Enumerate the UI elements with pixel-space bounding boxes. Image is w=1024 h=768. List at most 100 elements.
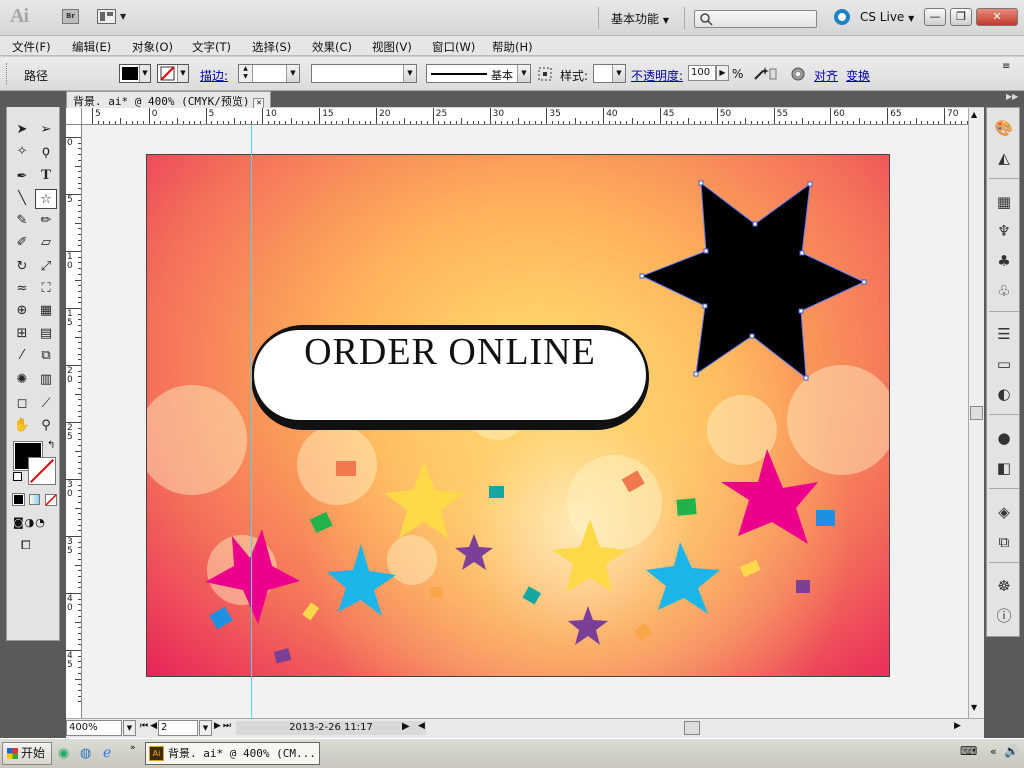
column-graph-tool-icon[interactable]: ▥: [35, 370, 57, 390]
vertical-guide[interactable]: [251, 125, 252, 718]
recolor-artwork-icon[interactable]: [753, 65, 777, 83]
opacity-expand-icon[interactable]: ▶: [716, 65, 729, 81]
blend-tool-icon[interactable]: ⧉: [35, 346, 57, 366]
slice-tool-icon[interactable]: ⟋: [35, 394, 57, 414]
opacity-input[interactable]: 100: [688, 65, 716, 81]
star-tool-icon[interactable]: ☆: [35, 189, 57, 209]
align-panel-link[interactable]: 对齐: [814, 67, 838, 84]
quick-launch-expand-icon[interactable]: »: [130, 743, 136, 753]
vertical-scroll-thumb[interactable]: [970, 406, 983, 420]
status-menu-icon[interactable]: ▶: [402, 721, 410, 732]
paintbrush-tool-icon[interactable]: ✎: [11, 211, 33, 231]
selection-tool-icon[interactable]: ➤: [11, 120, 33, 140]
none-mode-icon[interactable]: [45, 494, 57, 506]
fill-color-picker[interactable]: ▼: [119, 64, 151, 83]
brush-options-icon[interactable]: [538, 67, 552, 81]
tray-expand-icon[interactable]: «: [990, 745, 997, 758]
volume-icon[interactable]: 🔊: [1004, 744, 1019, 758]
graphic-styles-icon[interactable]: ♧: [994, 281, 1014, 301]
chevron-down-icon[interactable]: ▼: [199, 720, 212, 736]
drawing-mode-icon[interactable]: ◙◑◔: [13, 516, 53, 530]
gradient-mode-icon[interactable]: [29, 494, 40, 505]
cs-live-menu[interactable]: CS Live ▼: [860, 10, 914, 24]
gradient-tool-icon[interactable]: ▤: [35, 324, 57, 344]
color-mode-icon[interactable]: [12, 493, 25, 506]
menu-edit[interactable]: 编辑(E): [72, 39, 111, 55]
navigator-panel-icon[interactable]: ☸: [994, 576, 1014, 596]
next-last-artboard-icons[interactable]: ▶⏭: [214, 721, 233, 731]
warp-tool-icon[interactable]: ≈: [11, 279, 33, 299]
layers-panel-icon[interactable]: ◈: [994, 502, 1014, 522]
info-panel-icon[interactable]: ⓘ: [994, 606, 1014, 626]
lasso-tool-icon[interactable]: ϙ: [35, 142, 57, 162]
start-button[interactable]: 开始: [2, 742, 52, 765]
pencil-tool-icon[interactable]: ✏: [35, 211, 57, 231]
artboards-panel-icon[interactable]: ⧉: [994, 532, 1014, 552]
rotate-tool-icon[interactable]: ↻: [11, 257, 33, 277]
zoom-level-input[interactable]: 400%: [66, 720, 122, 736]
help-search-input[interactable]: [694, 10, 817, 28]
zoom-tool-icon[interactable]: ⚲: [35, 416, 57, 436]
mesh-tool-icon[interactable]: ⊞: [11, 324, 33, 344]
line-segment-tool-icon[interactable]: ╲: [11, 189, 33, 209]
stroke-color-box[interactable]: [28, 457, 56, 485]
restore-button[interactable]: ❐: [950, 8, 972, 26]
brush-definition-dropdown[interactable]: 基本 ▼: [426, 64, 531, 83]
opacity-panel-link[interactable]: 不透明度:: [631, 67, 683, 84]
scroll-up-icon[interactable]: ▲: [971, 110, 977, 119]
horizontal-ruler[interactable]: 5 0 5 10 15 20 25 30 35 40 45 50 55 60 65 70: [82, 108, 968, 125]
vertical-scrollbar[interactable]: ▲ ▼: [968, 108, 984, 718]
graphic-styles-panel-icon[interactable]: ◧: [994, 458, 1014, 478]
workspace-switcher[interactable]: 基本功能 ▼: [611, 10, 669, 27]
arrange-documents-icon[interactable]: [97, 9, 116, 24]
hand-tool-icon[interactable]: ✋: [11, 416, 33, 436]
pen-tool-icon[interactable]: ✒: [11, 167, 33, 187]
horizontal-scroll-thumb[interactable]: [684, 721, 700, 735]
bridge-button[interactable]: Br: [62, 9, 79, 24]
shape-builder-tool-icon[interactable]: ⊕: [11, 301, 33, 321]
appearance-panel-icon[interactable]: ●: [994, 428, 1014, 448]
menu-effect[interactable]: 效果(C): [312, 39, 352, 55]
taskbar-illustrator-window[interactable]: Ai 背景. ai* @ 400% (CM...: [145, 742, 320, 765]
default-colors-icon[interactable]: [13, 472, 22, 481]
stroke-weight-field[interactable]: ▲ ▼ ▼: [238, 64, 300, 83]
blob-brush-tool-icon[interactable]: ✐: [11, 233, 33, 253]
stroke-color-picker[interactable]: ▼: [157, 64, 189, 83]
document-setup-icon[interactable]: [790, 66, 806, 82]
menu-help[interactable]: 帮助(H): [492, 39, 533, 55]
menu-file[interactable]: 文件(F): [12, 39, 51, 55]
menu-object[interactable]: 对象(O): [132, 39, 173, 55]
type-tool-icon[interactable]: T: [35, 167, 57, 187]
free-transform-tool-icon[interactable]: ⛶: [35, 279, 57, 299]
scale-tool-icon[interactable]: ⤢: [35, 257, 57, 277]
menu-view[interactable]: 视图(V): [372, 39, 412, 55]
expand-panels-icon[interactable]: ▶▶: [1006, 92, 1018, 101]
color-guide-icon[interactable]: ◭: [994, 148, 1014, 168]
graphic-style-picker[interactable]: ▼: [593, 64, 626, 83]
swatches-icon[interactable]: ▦: [994, 192, 1014, 212]
screen-mode-icon[interactable]: ⧠: [21, 538, 45, 552]
symbol-sprayer-tool-icon[interactable]: ✺: [11, 370, 33, 390]
eyedropper-tool-icon[interactable]: ⁄: [11, 346, 33, 366]
perspective-grid-tool-icon[interactable]: ▦: [35, 301, 57, 321]
artboard-number-input[interactable]: 2: [158, 720, 198, 736]
color-panel-icon[interactable]: 🎨: [994, 118, 1014, 138]
direct-selection-tool-icon[interactable]: ➢: [35, 120, 57, 140]
close-button[interactable]: ✕: [976, 8, 1018, 26]
menu-select[interactable]: 选择(S): [252, 39, 291, 55]
stroke-panel-link[interactable]: 描边:: [200, 67, 228, 84]
artboard-tool-icon[interactable]: ◻: [11, 394, 33, 414]
internet-explorer-icon[interactable]: ℯ: [103, 745, 111, 761]
document-tab[interactable]: 背景. ai* @ 400% (CMYK/预览) ✕: [66, 91, 272, 109]
keyboard-icon[interactable]: ⌨: [960, 744, 977, 758]
symbols-icon[interactable]: ♣: [994, 251, 1014, 271]
chevron-down-icon[interactable]: ▼: [120, 12, 126, 21]
variable-width-profile-dropdown[interactable]: ▼: [311, 64, 417, 83]
ruler-origin[interactable]: [66, 108, 82, 125]
stroke-weight-stepper[interactable]: ▲ ▼: [239, 65, 253, 82]
magic-wand-tool-icon[interactable]: ✧: [11, 142, 33, 162]
transform-panel-link[interactable]: 变换: [846, 67, 870, 84]
brushes-icon[interactable]: ♆: [994, 221, 1014, 241]
explorer-icon[interactable]: ◍: [80, 746, 91, 761]
scroll-down-icon[interactable]: ▼: [971, 703, 977, 712]
